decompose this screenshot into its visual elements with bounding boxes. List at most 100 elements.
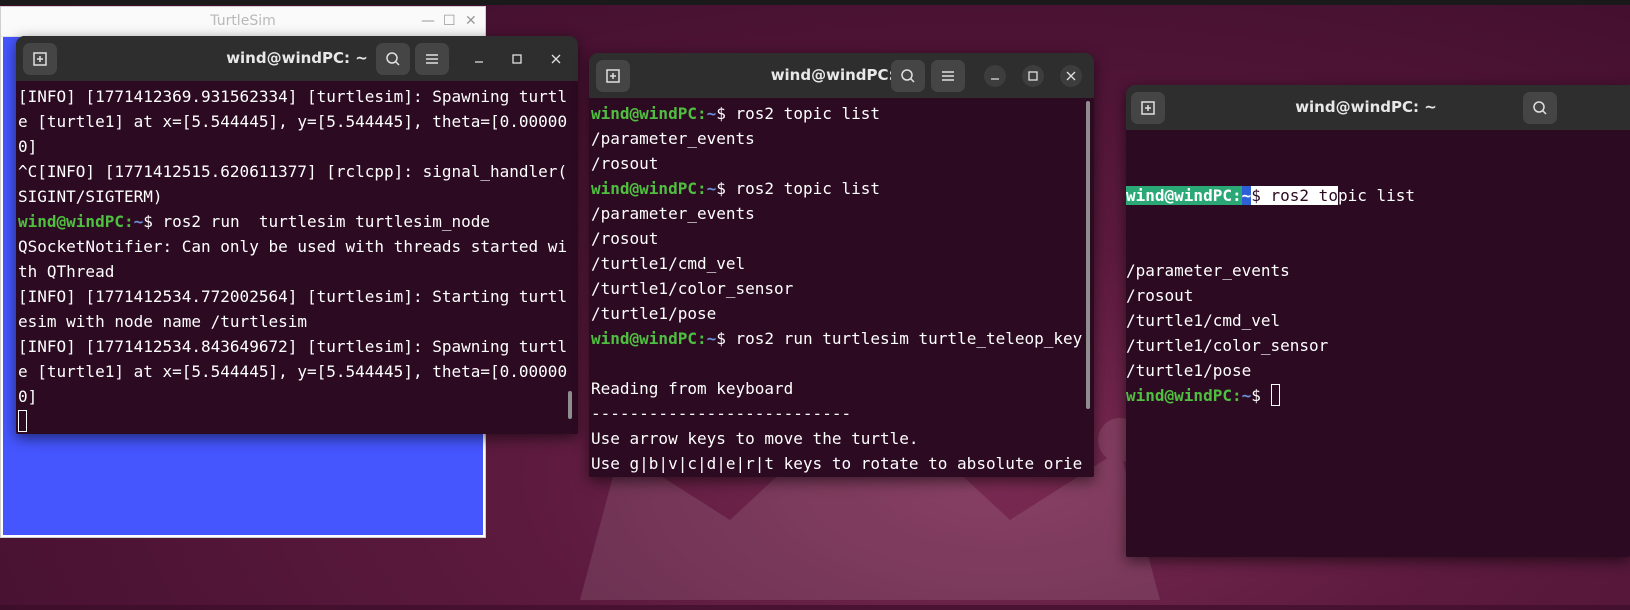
terminal-line: /turtle1/pose	[1126, 358, 1630, 383]
turtlesim-titlebar[interactable]: TurtleSim — ☐ ✕	[1, 7, 485, 37]
output-text: Use arrow keys to move the turtle.	[591, 429, 919, 448]
output-text: QSocketNotifier: Can only be used with t…	[18, 237, 568, 256]
selected-colon: :	[1231, 186, 1242, 205]
maximize-icon[interactable]	[1022, 65, 1044, 87]
output-text: ---------------------------	[591, 404, 852, 423]
output-text: [INFO] [1771412534.843649672] [turtlesim…	[18, 337, 568, 356]
output-text: esim with node name /turtlesim	[18, 312, 307, 331]
prompt-path: ~	[1241, 386, 1252, 405]
terminal-line: SIGINT/SIGTERM)	[18, 184, 578, 209]
terminal-output[interactable]: wind@windPC:~$ ros2 topic list/parameter…	[591, 101, 1094, 477]
scrollbar[interactable]	[568, 391, 572, 419]
prompt-colon: :	[696, 179, 707, 198]
minimize-icon[interactable]	[984, 65, 1006, 87]
maximize-icon[interactable]	[506, 48, 528, 70]
terminal-line: ---------------------------	[591, 401, 1094, 426]
prompt-colon: :	[1231, 386, 1242, 405]
prompt-path: ~	[706, 179, 717, 198]
output-text: e [turtle1] at x=[5.544445], y=[5.544445…	[18, 362, 568, 381]
top-panel	[0, 0, 1630, 5]
terminal-line: wind@windPC:~$ ros2 topic list	[591, 176, 1094, 201]
terminal-line: Reading from keyboard	[591, 376, 1094, 401]
minimize-icon[interactable]: —	[421, 13, 435, 29]
prompt-path: ~	[133, 212, 144, 231]
selected-user-host: wind@windPC	[1126, 186, 1232, 205]
search-icon[interactable]	[1523, 92, 1557, 124]
terminal-line: ^C[INFO] [1771412515.620611377] [rclcpp]…	[18, 159, 578, 184]
output-text: 0]	[18, 387, 38, 406]
terminal-line: /turtle1/color_sensor	[1126, 333, 1630, 358]
command-rest: pic list	[1337, 186, 1416, 205]
hamburger-menu-icon[interactable]	[931, 60, 965, 92]
text-cursor	[18, 410, 27, 432]
terminal-line: /turtle1/color_sensor	[591, 276, 1094, 301]
output-text: /turtle1/pose	[591, 304, 717, 323]
output-text: SIGINT/SIGTERM)	[18, 187, 163, 206]
terminal-line: /turtle1/cmd_vel	[1126, 308, 1630, 333]
output-text: [INFO] [1771412369.931562334] [turtlesim…	[18, 87, 568, 106]
close-icon[interactable]	[1060, 65, 1082, 87]
close-icon[interactable]: ✕	[465, 13, 477, 29]
prompt-colon: :	[123, 212, 134, 231]
terminal-headerbar[interactable]: wind@windPC: ~	[589, 53, 1094, 98]
terminal-line: /parameter_events	[1126, 258, 1630, 283]
prompt-dollar: $	[716, 104, 736, 123]
prompt-user-host: wind@windPC	[591, 329, 697, 348]
prompt-dollar: $	[143, 212, 163, 231]
terminal-title: wind@windPC: ~	[770, 66, 913, 84]
terminal-headerbar[interactable]: wind@windPC: ~	[1126, 85, 1630, 130]
terminal-window-2[interactable]: wind@windPC: ~ wind@windPC:~$ ros2 topic…	[589, 53, 1094, 477]
terminal-output[interactable]: wind@windPC:~$ ros2 topic list /paramete…	[1126, 133, 1630, 557]
terminal-selected-prompt-line[interactable]: wind@windPC:~$ ros2 topic list	[1126, 183, 1630, 208]
output-text: Use g|b|v|c|d|e|r|t keys to rotate to ab…	[591, 454, 1083, 473]
maximize-icon[interactable]: ☐	[443, 13, 456, 29]
command-text: ros2 topic list	[735, 104, 881, 123]
terminal-line: /parameter_events	[591, 201, 1094, 226]
search-icon[interactable]	[376, 43, 410, 75]
terminal-window-3[interactable]: wind@windPC: ~ wind@windPC:~$ ros2 topic…	[1126, 85, 1630, 557]
output-text: e [turtle1] at x=[5.544445], y=[5.544445…	[18, 112, 568, 131]
search-icon[interactable]	[891, 60, 925, 92]
terminal-line: [INFO] [1771412534.772002564] [turtlesim…	[18, 284, 578, 309]
minimize-icon[interactable]	[468, 48, 490, 70]
terminal-output[interactable]: [INFO] [1771412369.931562334] [turtlesim…	[18, 84, 578, 434]
terminal-line: /turtle1/cmd_vel	[591, 251, 1094, 276]
terminal-line: QSocketNotifier: Can only be used with t…	[18, 234, 578, 259]
output-text: th QThread	[18, 262, 115, 281]
terminal-line: /parameter_events	[591, 126, 1094, 151]
close-icon[interactable]	[545, 48, 567, 70]
output-text: /turtle1/cmd_vel	[591, 254, 746, 273]
text-cursor	[1270, 384, 1280, 406]
hamburger-menu-icon[interactable]	[415, 43, 449, 75]
terminal-window-1[interactable]: wind@windPC: ~ [INFO] [1771412369.931562…	[16, 36, 578, 434]
terminal-line: e [turtle1] at x=[5.544445], y=[5.544445…	[18, 359, 578, 384]
terminal-headerbar[interactable]: wind@windPC: ~	[16, 36, 578, 81]
terminal-line: 0]	[18, 134, 578, 159]
terminal-line: wind@windPC:~$ ros2 run turtlesim turtle…	[18, 209, 578, 234]
prompt-colon: :	[696, 329, 707, 348]
output-text: ^C[INFO] [1771412515.620611377] [rclcpp]…	[18, 162, 568, 181]
scrollbar[interactable]	[1086, 101, 1090, 409]
output-text: /turtle1/color_sensor	[1126, 336, 1329, 355]
prompt-user-host: wind@windPC	[18, 212, 124, 231]
terminal-line: Use arrow keys to move the turtle.	[591, 426, 1094, 451]
terminal-line: /rosout	[591, 151, 1094, 176]
selected-path: ~	[1241, 186, 1252, 205]
output-text: /turtle1/pose	[1126, 361, 1252, 380]
prompt-user-host: wind@windPC	[591, 179, 697, 198]
terminal-title: wind@windPC: ~	[226, 49, 368, 67]
terminal-line: wind@windPC:~$ ros2 run turtlesim turtle…	[591, 326, 1094, 351]
terminal-line: e [turtle1] at x=[5.544445], y=[5.544445…	[18, 109, 578, 134]
output-text: /turtle1/cmd_vel	[1126, 311, 1281, 330]
terminal-line: th QThread	[18, 259, 578, 284]
prompt-dollar: $	[716, 329, 736, 348]
prompt-dollar: $	[1251, 386, 1271, 405]
output-text: /parameter_events	[591, 129, 755, 148]
command-text: ros2 topic list	[735, 179, 881, 198]
terminal-line: esim with node name /turtlesim	[18, 309, 578, 334]
output-text: /rosout	[591, 229, 659, 248]
command-text: ros2 run turtlesim turtlesim_node	[162, 212, 491, 231]
prompt-path: ~	[706, 104, 717, 123]
output-text: 0]	[18, 137, 38, 156]
